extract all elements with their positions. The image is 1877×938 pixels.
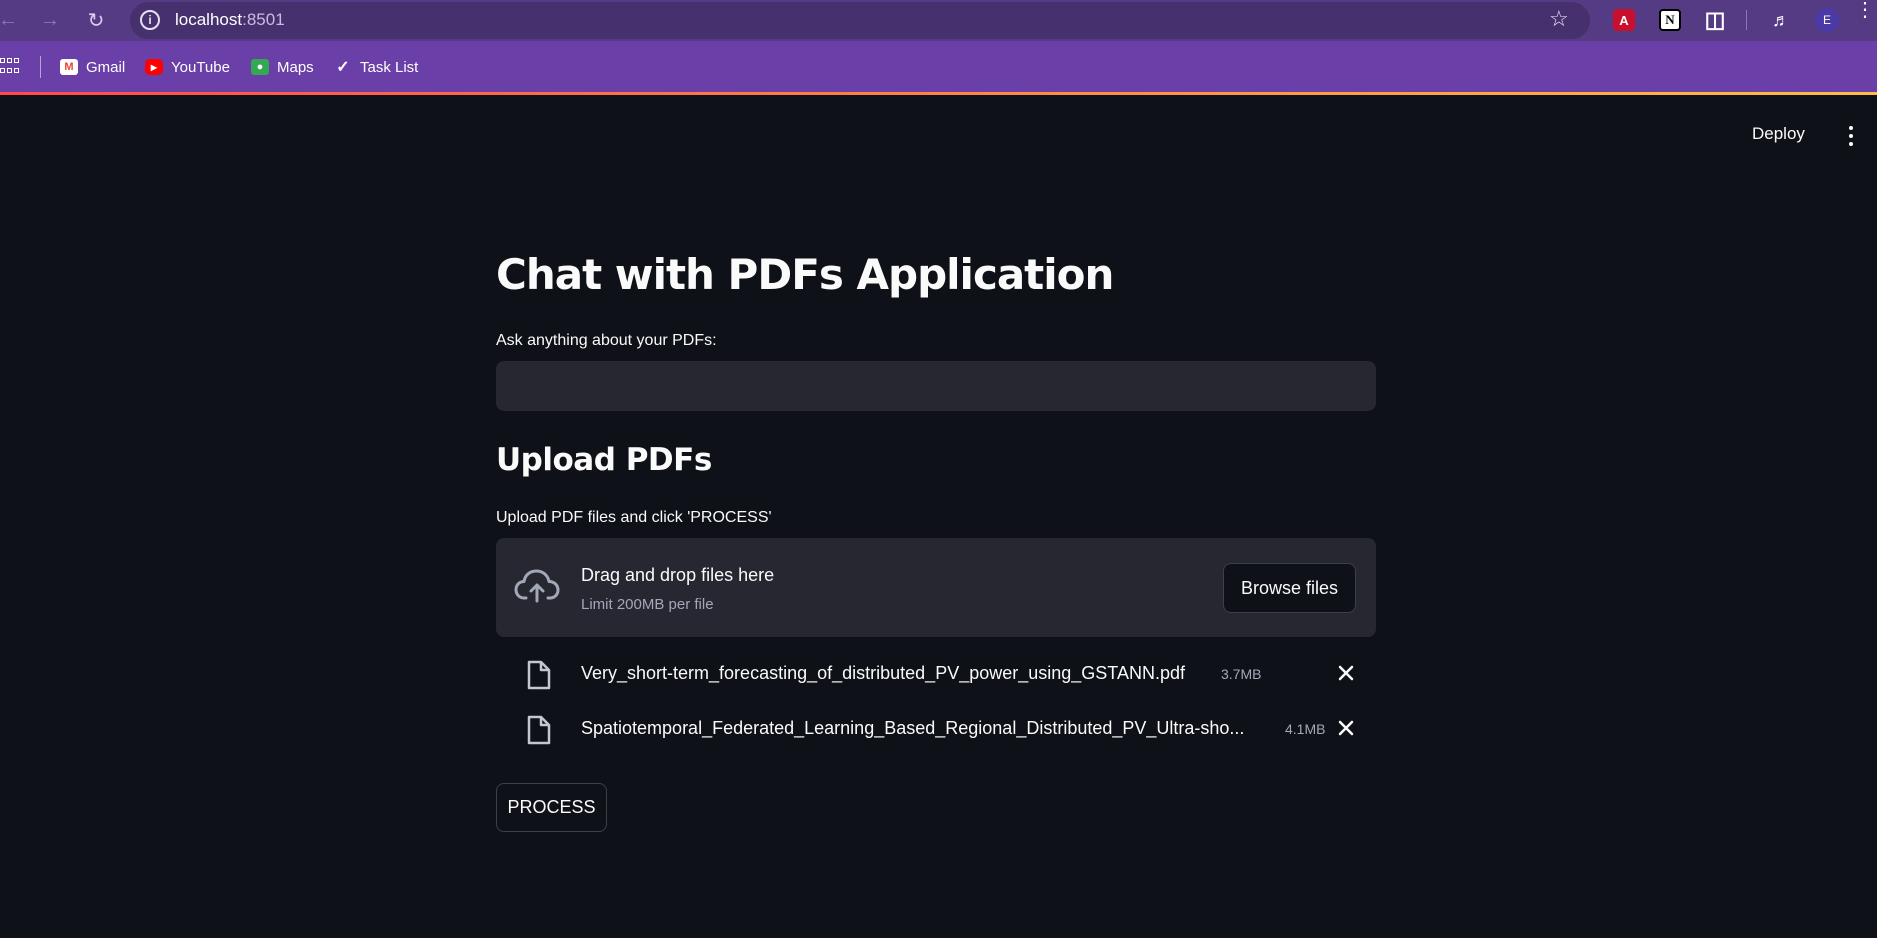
file-size: 3.7MB (1221, 666, 1262, 682)
acrobat-extension-icon[interactable]: A (1613, 9, 1635, 31)
bookmark-youtube[interactable]: ▶ YouTube (145, 56, 230, 78)
dropzone-limit: Limit 200MB per file (581, 596, 714, 613)
browser-menu-icon[interactable]: ⋮ (1855, 0, 1875, 20)
page-title: Chat with PDFs Application (496, 250, 1114, 299)
file-name: Spatiotemporal_Federated_Learning_Based_… (581, 718, 1245, 738)
process-button[interactable]: PROCESS (496, 783, 607, 832)
upload-section-title: Upload PDFs (496, 442, 712, 478)
question-label: Ask anything about your PDFs: (496, 332, 717, 349)
file-dropzone[interactable]: Drag and drop files here Limit 200MB per… (496, 538, 1376, 637)
forward-icon[interactable]: → (38, 8, 62, 32)
gmail-icon: M (60, 59, 78, 75)
youtube-icon: ▶ (145, 59, 163, 75)
toolbar-divider (1746, 10, 1747, 30)
media-control-icon[interactable]: ♬ (1770, 9, 1792, 31)
remove-file-close-icon[interactable] (1334, 716, 1358, 740)
uploaded-file-row: Very_short-term_forecasting_of_distribut… (496, 655, 1376, 695)
back-icon[interactable]: ← (0, 8, 20, 32)
bookmark-label: Task List (360, 58, 419, 76)
bookmark-label: Gmail (86, 58, 126, 76)
notion-extension-icon[interactable]: N (1659, 9, 1681, 31)
file-icon (527, 660, 551, 690)
browse-files-button[interactable]: Browse files (1223, 563, 1356, 613)
profile-avatar[interactable]: E (1815, 8, 1839, 32)
question-input[interactable] (496, 361, 1376, 411)
site-info-icon[interactable]: i (140, 10, 160, 30)
checkmark-icon: ✓ (336, 59, 350, 76)
bookmark-label: Maps (277, 58, 314, 76)
cloud-upload-icon (514, 569, 560, 603)
streamlit-top-decoration (0, 92, 1877, 95)
bookmark-maps[interactable]: ● Maps (251, 56, 314, 78)
apps-grid-icon[interactable] (0, 58, 20, 76)
upload-label: Upload PDF files and click 'PROCESS' (496, 509, 772, 526)
bookmark-task-list[interactable]: ✓ Task List (334, 56, 418, 78)
maps-icon: ● (251, 59, 269, 75)
url-text[interactable]: localhost:8501 (175, 10, 285, 30)
bookmark-label: YouTube (171, 58, 230, 76)
extensions-puzzle-icon[interactable]: ◫ (1704, 7, 1726, 32)
uploaded-file-row: Spatiotemporal_Federated_Learning_Based_… (496, 710, 1376, 750)
bookmark-gmail[interactable]: M Gmail (60, 56, 125, 78)
deploy-button[interactable]: Deploy (1752, 124, 1805, 144)
bookmarks-divider (40, 56, 41, 78)
file-name: Very_short-term_forecasting_of_distribut… (581, 663, 1185, 683)
dropzone-title: Drag and drop files here (581, 565, 775, 585)
app-menu-icon[interactable] (1846, 126, 1856, 146)
address-bar[interactable] (130, 2, 1590, 39)
file-size: 4.1MB (1285, 721, 1326, 737)
file-icon (527, 715, 551, 745)
bookmark-star-icon[interactable]: ☆ (1549, 6, 1569, 32)
remove-file-close-icon[interactable] (1334, 661, 1358, 685)
reload-icon[interactable]: ↻ (84, 8, 108, 32)
